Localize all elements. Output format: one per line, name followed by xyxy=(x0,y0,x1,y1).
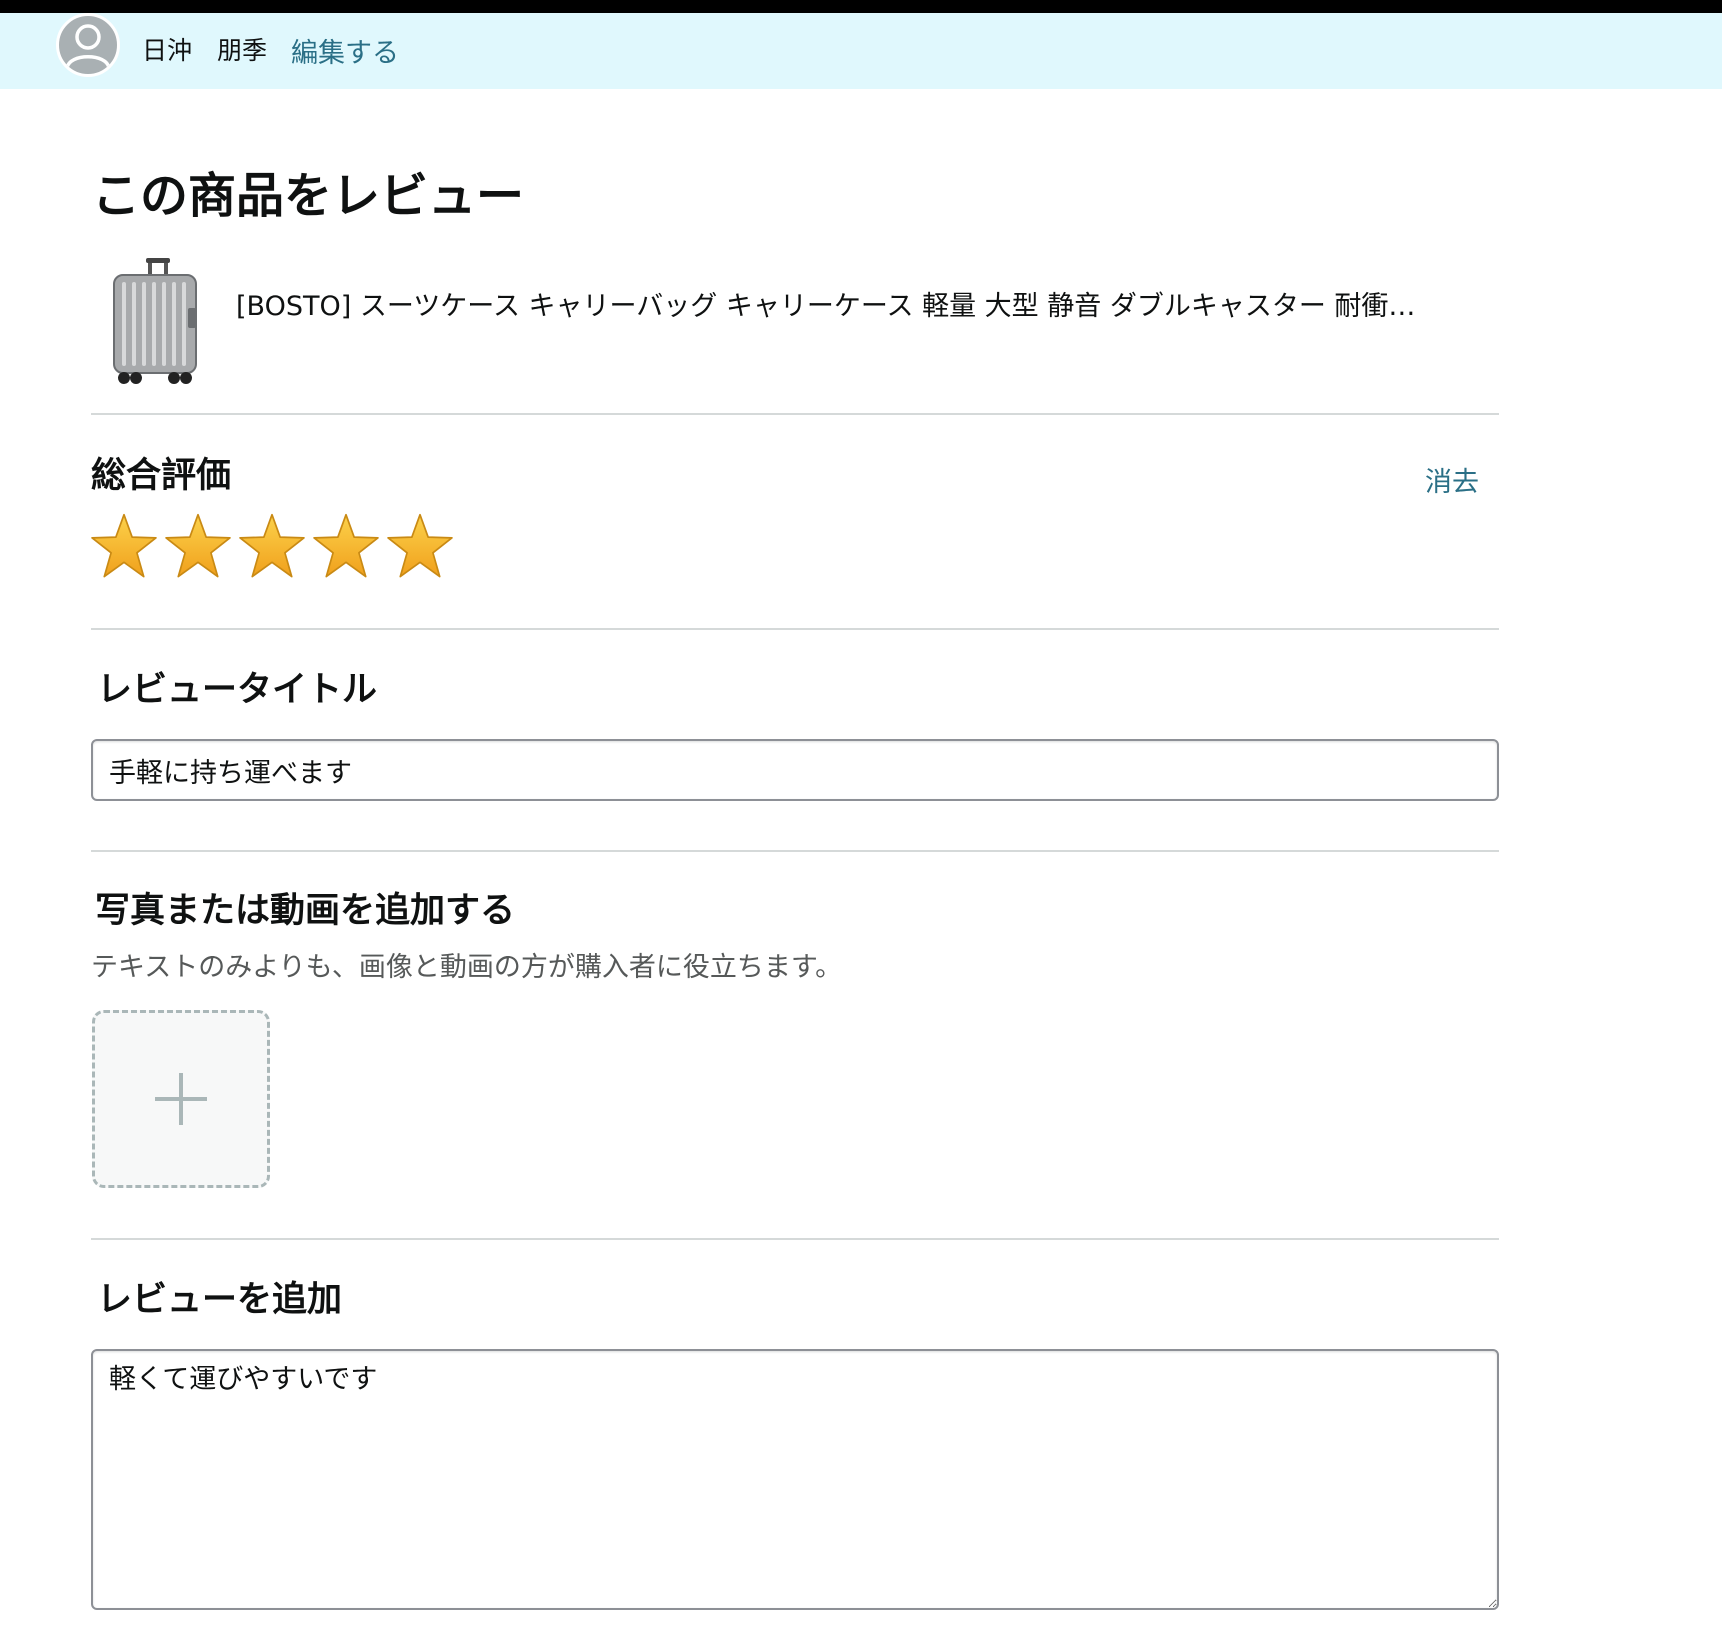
star-2-icon[interactable] xyxy=(164,512,232,580)
divider xyxy=(91,850,1499,852)
clear-rating-link[interactable]: 消去 xyxy=(1425,460,1479,499)
star-5-icon[interactable] xyxy=(386,512,454,580)
profile-header: 日沖 朋季 編集する xyxy=(0,13,1722,89)
top-border xyxy=(0,0,1722,13)
divider xyxy=(91,628,1499,630)
plus-icon xyxy=(155,1073,207,1125)
add-media-button[interactable] xyxy=(92,1010,270,1188)
avatar[interactable] xyxy=(56,13,120,77)
user-silhouette-icon xyxy=(65,24,111,69)
media-hint: テキストのみよりも、画像と動画の方が購入者に役立ちます。 xyxy=(91,952,843,983)
edit-profile-link[interactable]: 編集する xyxy=(291,31,399,70)
product-name: [BOSTO] スーツケース キャリーバッグ キャリーケース 軽量 大型 静音 … xyxy=(236,291,1416,322)
page-title: この商品をレビュー xyxy=(92,168,525,224)
user-name: 日沖 朋季 xyxy=(142,36,268,65)
overall-rating-heading: 総合評価 xyxy=(91,456,232,496)
media-heading: 写真または動画を追加する xyxy=(95,891,516,931)
product-image xyxy=(92,258,212,386)
suitcase-image-icon xyxy=(113,258,197,384)
review-title-input[interactable] xyxy=(91,739,1499,801)
star-3-icon[interactable] xyxy=(238,512,306,580)
review-title-heading: レビュータイトル xyxy=(97,670,378,710)
star-1-icon[interactable] xyxy=(90,512,158,580)
review-body-textarea[interactable]: 軽くて運びやすいです xyxy=(91,1349,1499,1610)
divider xyxy=(91,413,1499,415)
star-rating[interactable] xyxy=(90,512,454,582)
review-body-heading: レビューを追加 xyxy=(97,1280,343,1320)
star-4-icon[interactable] xyxy=(312,512,380,580)
divider xyxy=(91,1238,1499,1240)
